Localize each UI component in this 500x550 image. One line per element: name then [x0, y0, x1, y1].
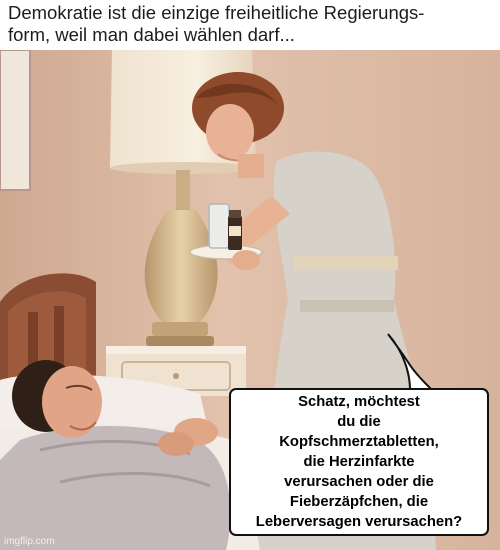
- woman-belt: [294, 256, 398, 270]
- woman-face: [206, 104, 254, 160]
- wall-picture: [0, 50, 31, 191]
- meme-card: Demokratie ist die einzige freiheitliche…: [0, 0, 500, 550]
- water-glass: [208, 203, 230, 249]
- speech-bubble-tail: [387, 333, 435, 394]
- speech-bubble: Schatz, möchtest du die Kopfschmerztable…: [229, 388, 489, 536]
- speech-bubble-text: Schatz, möchtest du die Kopfschmerztable…: [255, 394, 463, 530]
- imgflip-watermark: imgflip.com: [4, 536, 55, 547]
- meme-caption: Demokratie ist die einzige freiheitliche…: [8, 2, 425, 45]
